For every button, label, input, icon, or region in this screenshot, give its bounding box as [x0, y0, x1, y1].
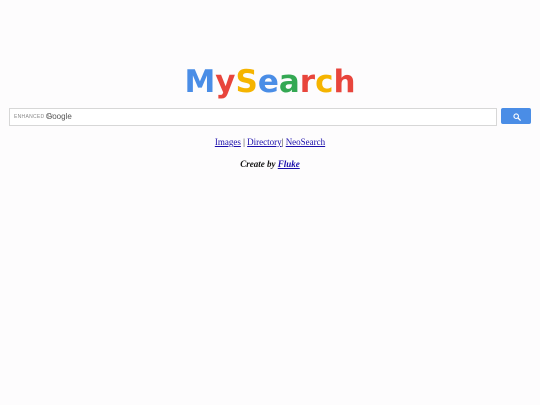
logo-letter: h: [333, 64, 356, 100]
images-link[interactable]: Images: [215, 137, 241, 147]
credit-prefix: Create by: [240, 159, 276, 169]
logo-letter: c: [315, 64, 334, 100]
credit-line: Create by Fluke: [0, 158, 540, 170]
author-link[interactable]: Fluke: [278, 159, 300, 169]
link-separator: |: [281, 137, 284, 147]
logo-letter: r: [299, 64, 316, 100]
neosearch-link[interactable]: NeoSearch: [286, 137, 325, 147]
link-separator: |: [243, 137, 245, 147]
directory-link[interactable]: Directory: [247, 137, 281, 147]
search-box[interactable]: ENHANCED BY Google: [9, 108, 497, 126]
logo-letter: a: [278, 64, 300, 100]
search-input[interactable]: [10, 109, 496, 125]
logo-letter: y: [215, 64, 236, 100]
logo-letter: e: [257, 64, 279, 100]
site-logo: MySearch: [0, 64, 540, 100]
logo-letter: M: [184, 64, 216, 100]
search-button[interactable]: [501, 108, 531, 124]
search-icon: [513, 113, 521, 121]
logo-letter: S: [235, 64, 258, 100]
nav-links: Images | Directory| NeoSearch: [0, 136, 540, 148]
